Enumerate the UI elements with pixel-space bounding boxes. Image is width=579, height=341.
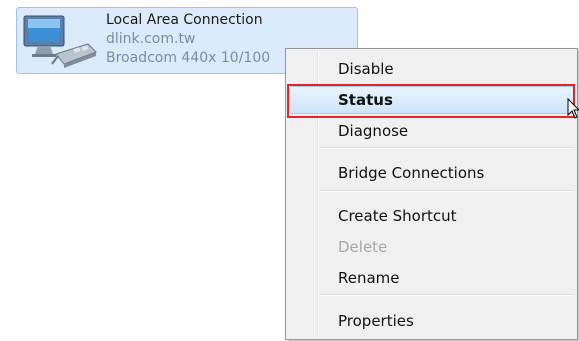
menu-item-rename[interactable]: Rename (338, 265, 573, 291)
menu-separator (320, 294, 574, 296)
mouse-cursor-icon (567, 98, 579, 119)
annotation-highlight-box (287, 84, 575, 118)
connection-adapter: Broadcom 440x 10/100 (106, 50, 271, 66)
menu-item-create-shortcut[interactable]: Create Shortcut (338, 203, 573, 229)
menu-item-delete: Delete (338, 238, 388, 256)
menu-item-properties[interactable]: Properties (338, 308, 573, 334)
menu-item-disable[interactable]: Disable (338, 56, 573, 82)
menu-separator (320, 190, 574, 192)
network-adapter-icon (23, 15, 97, 68)
connection-name: Local Area Connection (106, 12, 263, 28)
connection-context-menu: Disable Status Diagnose Bridge Connectio… (285, 48, 579, 340)
menu-item-diagnose[interactable]: Diagnose (338, 118, 573, 144)
menu-item-bridge-connections[interactable]: Bridge Connections (338, 160, 573, 186)
menu-separator (320, 147, 574, 149)
connection-network: dlink.com.tw (106, 31, 196, 47)
